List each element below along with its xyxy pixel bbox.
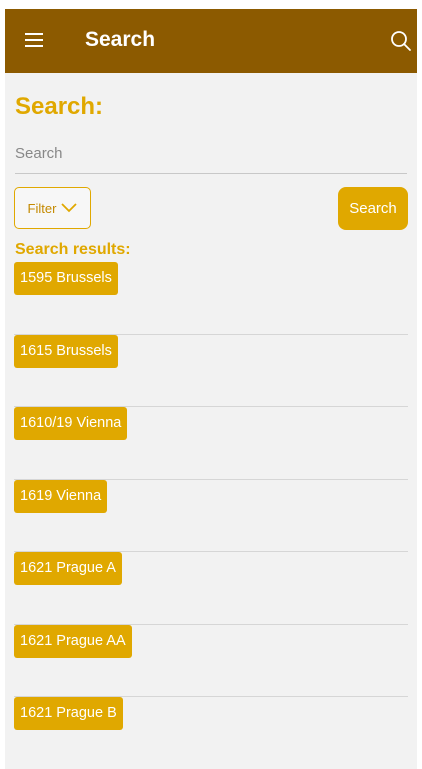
app-bar: Search [5, 9, 417, 73]
result-chip[interactable]: 1621 Prague AA [14, 624, 132, 658]
app-bar-title: Search [85, 28, 156, 51]
result-chip[interactable]: 1595 Brussels [14, 262, 118, 295]
list-item: 1595 Brussels [14, 262, 408, 335]
search-input[interactable] [15, 133, 407, 174]
result-chip[interactable]: 1610/19 Vienna [14, 407, 128, 440]
list-item: 1621 Prague B [14, 697, 408, 769]
results-heading: Search results: [15, 241, 131, 258]
list-item: 1610/19 Vienna [14, 407, 408, 480]
list-item: 1621 Prague A [14, 552, 408, 625]
search-button[interactable]: Search [338, 187, 408, 230]
result-chip[interactable]: 1621 Prague A [14, 552, 122, 585]
result-chip[interactable]: 1619 Vienna [14, 479, 108, 513]
hamburger-menu-icon[interactable] [25, 33, 43, 47]
chevron-down-icon [61, 203, 78, 213]
result-chip[interactable]: 1621 Prague B [14, 697, 123, 730]
list-item: 1619 Vienna [14, 479, 408, 552]
search-icon[interactable] [390, 30, 412, 52]
page-title: Search: [15, 93, 104, 120]
list-item: 1615 Brussels [14, 334, 408, 407]
results-list: 1595 Brussels 1615 Brussels 1610/19 Vien… [5, 262, 417, 769]
filter-label: Filter [27, 200, 57, 216]
filter-button[interactable]: Filter [14, 187, 91, 229]
list-item: 1621 Prague AA [14, 624, 408, 697]
result-chip[interactable]: 1615 Brussels [14, 334, 118, 368]
app-screen: Search Search: Filter Search Search resu… [5, 9, 417, 769]
